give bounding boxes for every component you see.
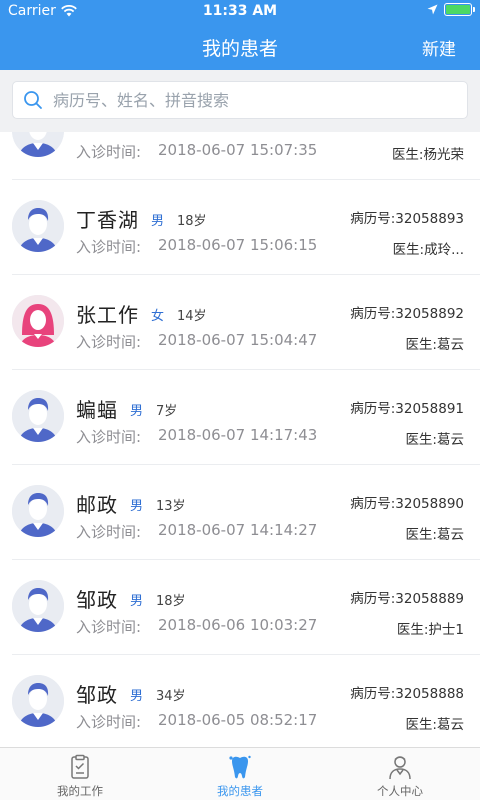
patient-age: 34岁 xyxy=(156,689,186,704)
visit-time-label: 入诊时间: xyxy=(76,333,142,351)
tab-profile[interactable]: 个人中心 xyxy=(320,748,480,800)
battery-icon xyxy=(444,3,475,16)
visit-time-label: 入诊时间: xyxy=(76,523,142,541)
tab-bar: 我的工作 我的患者 个人中心 xyxy=(0,747,480,800)
tab-label: 我的患者 xyxy=(217,784,263,798)
gender-badge: 女 xyxy=(151,309,165,324)
search-box[interactable] xyxy=(12,81,468,119)
page-title: 我的患者 xyxy=(201,38,278,60)
status-bar: Carrier 11:33 AM xyxy=(0,0,480,24)
visit-time-value: 2018-06-07 14:14:27 xyxy=(158,521,318,539)
doctor-name: 医生:葛云 xyxy=(405,337,464,353)
patient-age: 7岁 xyxy=(156,404,178,419)
patient-row[interactable]: 蝙蝠男 7岁 入诊时间: 2018-06-07 14:17:43 病历号:3205889… xyxy=(0,370,480,465)
visit-time-label: 入诊时间: xyxy=(76,618,142,636)
patient-age: 18岁 xyxy=(177,214,207,229)
record-number: 病历号:32058892 xyxy=(350,306,464,322)
visit-time-value: 2018-06-05 08:52:17 xyxy=(158,711,318,729)
patient-name: 张工作 xyxy=(76,303,139,327)
doctor-name: 医生:护士1 xyxy=(396,622,464,638)
search-icon xyxy=(24,91,42,109)
avatar xyxy=(12,200,64,252)
patient-age: 14岁 xyxy=(177,309,207,324)
doctor-icon xyxy=(389,756,411,780)
male-avatar-icon xyxy=(12,580,64,632)
status-time: 11:33 AM xyxy=(202,3,278,19)
gender-badge: 男 xyxy=(130,594,144,609)
patient-age: 13岁 xyxy=(156,499,186,514)
doctor-name: 医生:葛云 xyxy=(405,717,464,733)
search-bar xyxy=(0,70,480,132)
visit-time-label: 入诊时间: xyxy=(76,428,142,446)
visit-time-value: 2018-06-07 14:17:43 xyxy=(158,426,318,444)
patient-list: 入诊时间: 2018-06-07 15:07:35 医生:杨光荣 丁香湖男 18岁 入诊时… xyxy=(0,132,480,747)
patient-age: 18岁 xyxy=(156,594,186,609)
gender-badge: 男 xyxy=(130,689,144,704)
clipboard-icon xyxy=(71,754,89,779)
male-avatar-icon xyxy=(12,200,64,252)
gender-badge: 男 xyxy=(151,214,165,229)
gender-badge: 男 xyxy=(130,499,144,514)
patient-name: 邹政 xyxy=(76,588,118,612)
male-avatar-icon xyxy=(12,675,64,727)
patient-row[interactable]: 丁香湖男 18岁入诊时间: 2018-06-07 15:06:15 病历号:32058… xyxy=(0,180,480,275)
visit-time-value: 2018-06-07 15:04:47 xyxy=(158,331,318,349)
location-arrow-icon xyxy=(427,4,438,15)
tab-my-work[interactable]: 我的工作 xyxy=(0,748,160,800)
nav-header: Carrier 11:33 AM 我的患者 新建 xyxy=(0,0,480,70)
doctor-name: 医生:葛云 xyxy=(405,527,464,543)
visit-time-label: 入诊时间: xyxy=(76,238,142,256)
gender-badge: 男 xyxy=(130,404,144,419)
male-avatar-icon xyxy=(12,132,64,157)
patient-row[interactable]: 入诊时间: 2018-06-07 15:07:35 医生:杨光荣 xyxy=(0,132,480,180)
patient-row[interactable]: 邹政男 18岁 入诊时间: 2018-06-06 10:03:27 病历号:320588… xyxy=(0,560,480,655)
tab-label: 个人中心 xyxy=(377,784,423,798)
male-avatar-icon xyxy=(12,390,64,442)
record-number: 病历号:32058891 xyxy=(350,401,464,417)
tab-my-patients[interactable]: 我的患者 xyxy=(160,748,320,800)
patient-row[interactable]: 邮政男 13岁 入诊时间: 2018-06-07 14:14:27 病历号:320588… xyxy=(0,465,480,560)
record-number: 病历号:32058888 xyxy=(350,686,464,702)
patient-row[interactable]: 邹政男 34岁 入诊时间: 2018-06-05 08:52:17 病历号:320588… xyxy=(0,655,480,747)
doctor-name: 医生:成玲... xyxy=(392,242,464,258)
avatar xyxy=(12,675,64,727)
search-input[interactable] xyxy=(53,90,453,110)
record-number: 病历号:32058893 xyxy=(350,211,464,227)
avatar xyxy=(12,485,64,537)
visit-time-value: 2018-06-07 15:06:15 xyxy=(158,236,318,254)
doctor-name: 医生:杨光荣 xyxy=(391,147,464,163)
patient-row[interactable]: 张工作女 14岁入诊时间: 2018-06-07 15:04:47 病历号:32058… xyxy=(0,275,480,370)
record-number: 病历号:32058890 xyxy=(350,496,464,512)
avatar xyxy=(12,295,64,347)
patient-name: 邹政 xyxy=(76,683,118,707)
avatar xyxy=(12,580,64,632)
patient-name: 丁香湖 xyxy=(76,208,139,232)
visit-time-value: 2018-06-07 15:07:35 xyxy=(158,141,318,159)
tab-label: 我的工作 xyxy=(57,784,103,798)
avatar xyxy=(12,132,64,157)
patient-name: 蝙蝠 xyxy=(76,398,118,422)
tooth-icon xyxy=(229,755,251,779)
doctor-name: 医生:葛云 xyxy=(405,432,464,448)
new-patient-button[interactable]: 新建 xyxy=(422,35,456,60)
record-number: 病历号:32058889 xyxy=(350,591,464,607)
visit-time-label: 入诊时间: xyxy=(76,143,142,161)
patient-name: 邮政 xyxy=(76,493,118,517)
avatar xyxy=(12,390,64,442)
female-avatar-icon xyxy=(12,295,64,347)
visit-time-label: 入诊时间: xyxy=(76,713,142,731)
visit-time-value: 2018-06-06 10:03:27 xyxy=(158,616,318,634)
male-avatar-icon xyxy=(12,485,64,537)
status-right xyxy=(427,3,475,16)
